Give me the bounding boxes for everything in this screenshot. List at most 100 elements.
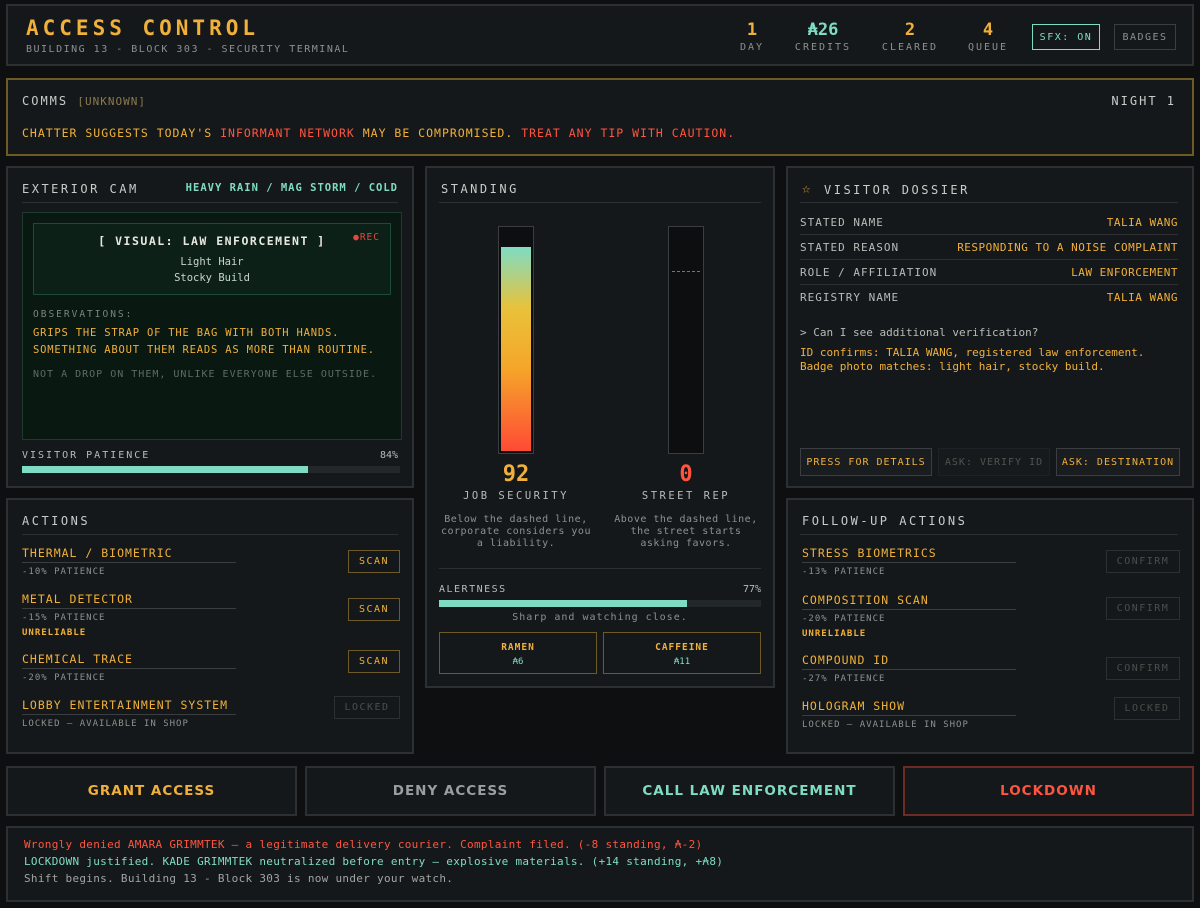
visual-classification: [ VISUAL: LAW ENFORCEMENT ]: [98, 234, 326, 248]
street-rep-threshold-line: [672, 271, 700, 272]
press-for-details-button[interactable]: PRESS FOR DETAILS: [800, 448, 932, 476]
stat-credits-value: ₳26: [807, 20, 839, 40]
camera-feed: [ VISUAL: LAW ENFORCEMENT ] ●REC Light H…: [22, 212, 402, 440]
divider: [439, 202, 761, 203]
log-entry: LOCKDOWN justified. KADE GRIMMTEK neutra…: [24, 855, 724, 868]
stress-confirm-button[interactable]: CONFIRM: [1106, 550, 1180, 573]
action-name: METAL DETECTOR: [22, 592, 236, 609]
patience-label: VISITOR PATIENCE: [22, 450, 151, 461]
comms-source-tag: [UNKNOWN]: [77, 95, 146, 108]
alertness-label: ALERTNESS: [439, 584, 507, 595]
dossier-answer-line: Badge photo matches: light hair, stocky …: [800, 360, 1105, 373]
lockdown-button[interactable]: LOCKDOWN: [903, 766, 1194, 816]
action-name: STRESS BIOMETRICS: [802, 546, 1016, 563]
shop-item-price: ₳6: [512, 657, 524, 667]
job-security-meter-fill: [501, 247, 531, 451]
stat-credits: ₳26 CREDITS: [783, 20, 863, 53]
patience-bar: [22, 466, 400, 473]
action-cost: LOCKED — AVAILABLE IN SHOP: [22, 719, 189, 729]
stat-queue-label: QUEUE: [967, 42, 1009, 53]
dossier-question: > Can I see additional verification?: [800, 326, 1039, 339]
dossier-key: STATED REASON: [800, 241, 900, 254]
stat-day: 1 DAY: [712, 20, 792, 53]
action-name: THERMAL / BIOMETRIC: [22, 546, 236, 563]
street-rep-meter: [668, 226, 704, 454]
badges-button[interactable]: BADGES: [1114, 24, 1176, 50]
dossier-answer-line: ID confirms: TALIA WANG, registered law …: [800, 346, 1145, 359]
actions-panel: ACTIONS THERMAL / BIOMETRIC -10% PATIENC…: [6, 498, 414, 754]
patience-value: 84%: [379, 450, 398, 461]
followup-compound-id: COMPOUND ID -27% PATIENCE CONFIRM: [802, 653, 1180, 684]
observations-note: NOT A DROP ON THEM, UNLIKE EVERYONE ELSE…: [33, 369, 378, 380]
comms-message-highlight: INFORMANT NETWORK: [220, 126, 355, 140]
action-metal-detector: METAL DETECTOR -15% PATIENCE UNRELIABLE …: [22, 592, 400, 638]
deny-access-button[interactable]: DENY ACCESS: [305, 766, 596, 816]
dossier-row-registry-name: REGISTRY NAME TALIA WANG: [800, 285, 1178, 310]
job-security-label: JOB SECURITY: [463, 490, 569, 502]
action-name: LOBBY ENTERTAINMENT SYSTEM: [22, 698, 236, 715]
buy-ramen-button[interactable]: RAMEN ₳6: [439, 632, 597, 674]
visual-trait: Stocky Build: [174, 272, 250, 284]
visitor-dossier-panel: ☆ VISITOR DOSSIER STATED NAME TALIA WANG…: [786, 166, 1194, 488]
log-entry: Shift begins. Building 13 - Block 303 is…: [24, 872, 454, 885]
compound-confirm-button[interactable]: CONFIRM: [1106, 657, 1180, 680]
followup-hologram-show: HOLOGRAM SHOW LOCKED — AVAILABLE IN SHOP…: [802, 697, 1180, 730]
followup-stress-biometrics: STRESS BIOMETRICS -13% PATIENCE CONFIRM: [802, 546, 1180, 577]
divider: [22, 534, 398, 535]
grant-access-button[interactable]: GRANT ACCESS: [6, 766, 297, 816]
call-law-enforcement-button[interactable]: CALL LAW ENFORCEMENT: [604, 766, 895, 816]
night-indicator: NIGHT 1: [1111, 94, 1176, 108]
hologram-locked-button[interactable]: LOCKED: [1114, 697, 1180, 720]
divider: [800, 202, 1178, 203]
patience-bar-fill: [22, 466, 308, 473]
thermal-scan-button[interactable]: SCAN: [348, 550, 400, 573]
job-security-meter: [498, 226, 534, 454]
cam-title: EXTERIOR CAM: [22, 182, 139, 196]
lobby-locked-button[interactable]: LOCKED: [334, 696, 400, 719]
alertness-bar: [439, 600, 761, 607]
standing-title: STANDING: [441, 182, 519, 196]
app-subtitle: BUILDING 13 - BLOCK 303 - SECURITY TERMI…: [26, 44, 350, 55]
sfx-toggle-button[interactable]: SFX: ON: [1032, 24, 1100, 50]
alertness-bar-fill: [439, 600, 687, 607]
dossier-value: TALIA WANG: [1106, 216, 1178, 229]
chemical-scan-button[interactable]: SCAN: [348, 650, 400, 673]
buy-caffeine-button[interactable]: CAFFEINE ₳11: [603, 632, 761, 674]
action-chemical-trace: CHEMICAL TRACE -20% PATIENCE SCAN: [22, 650, 400, 683]
job-security-description: Below the dashed line, corporate conside…: [441, 514, 591, 549]
stat-cleared: 2 CLEARED: [870, 20, 950, 53]
top-bar: ACCESS CONTROL BUILDING 13 - BLOCK 303 -…: [6, 4, 1194, 66]
divider: [439, 568, 761, 569]
dossier-value: LAW ENFORCEMENT: [1071, 266, 1178, 279]
job-security-value: 92: [502, 462, 530, 487]
composition-confirm-button[interactable]: CONFIRM: [1106, 597, 1180, 620]
comms-title-text: COMMS: [22, 94, 69, 108]
comms-message-part: .: [727, 126, 736, 140]
dossier-key: REGISTRY NAME: [800, 291, 900, 304]
unreliable-badge: UNRELIABLE: [22, 628, 87, 638]
action-cost: LOCKED — AVAILABLE IN SHOP: [802, 720, 969, 730]
street-rep-description: Above the dashed line, the street starts…: [614, 514, 758, 549]
action-lobby-entertainment: LOBBY ENTERTAINMENT SYSTEM LOCKED — AVAI…: [22, 696, 400, 729]
action-thermal-biometric: THERMAL / BIOMETRIC -10% PATIENCE SCAN: [22, 546, 400, 577]
metal-scan-button[interactable]: SCAN: [348, 598, 400, 621]
ask-destination-button[interactable]: ASK: DESTINATION: [1056, 448, 1180, 476]
ask-verify-id-button[interactable]: ASK: VERIFY ID: [938, 448, 1050, 476]
stat-day-label: DAY: [739, 42, 765, 53]
star-icon[interactable]: ☆: [802, 181, 810, 197]
action-cost: -20% PATIENCE: [22, 673, 106, 683]
followup-title: FOLLOW-UP ACTIONS: [802, 514, 968, 528]
rec-indicator: ●REC: [353, 232, 380, 243]
street-rep-label: STREET REP: [641, 490, 731, 502]
action-cost: -15% PATIENCE: [22, 613, 106, 623]
actions-title: ACTIONS: [22, 514, 91, 528]
comms-title: COMMS [UNKNOWN]: [22, 94, 146, 108]
stat-cleared-label: CLEARED: [881, 42, 939, 53]
dossier-key: STATED NAME: [800, 216, 884, 229]
observations-text: GRIPS THE STRAP OF THE BAG WITH BOTH HAN…: [33, 327, 375, 356]
comms-message-warning: TREAT ANY TIP WITH CAUTION: [521, 126, 728, 140]
comms-panel: COMMS [UNKNOWN] NIGHT 1 CHATTER SUGGESTS…: [6, 78, 1194, 156]
dossier-row-stated-reason: STATED REASON RESPONDING TO A NOISE COMP…: [800, 235, 1178, 260]
dossier-value: TALIA WANG: [1106, 291, 1178, 304]
action-name: COMPOUND ID: [802, 653, 1016, 670]
